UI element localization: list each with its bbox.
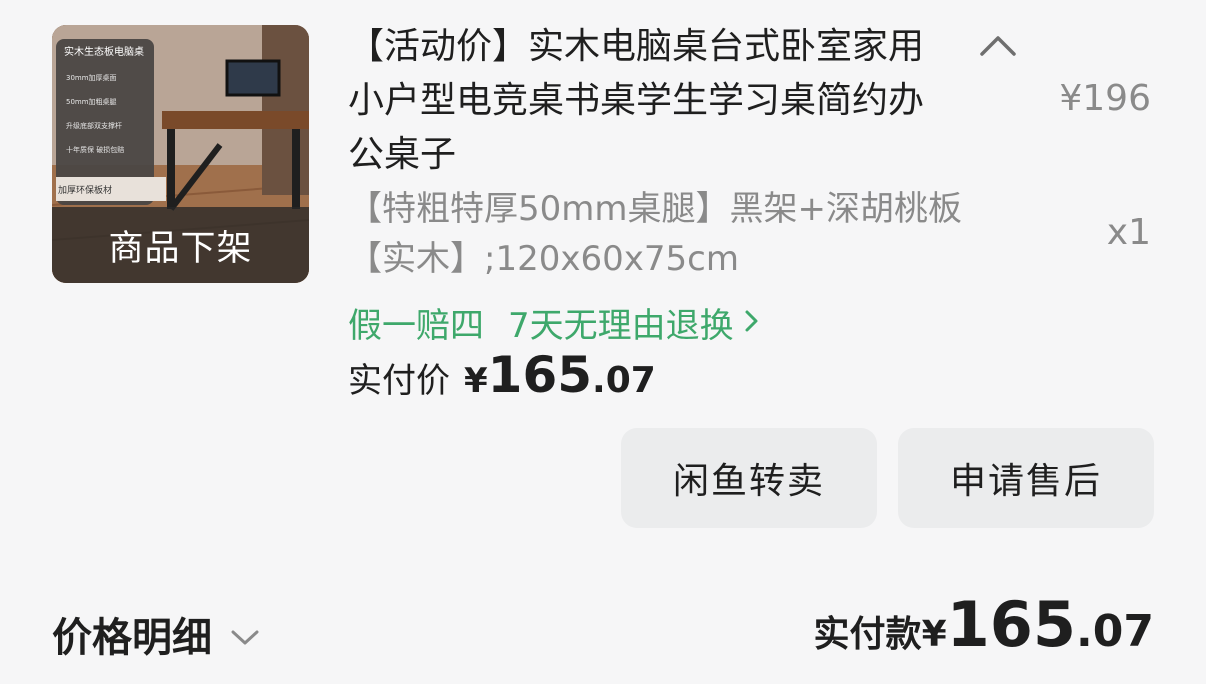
paid-price-integer: 165 (487, 346, 593, 404)
total-paid-decimal: .07 (1076, 606, 1154, 657)
guarantee-fake-compensation: 假一赔四 (348, 306, 484, 346)
chevron-down-icon (230, 611, 260, 657)
resell-button[interactable]: 闲鱼转卖 (621, 428, 877, 528)
product-image[interactable]: 实木生态板电脑桌 30mm加厚桌面 50mm加粗桌腿 升级底部双支撑杆 十年质保… (52, 25, 309, 283)
image-feature: 十年质保 破损包赔 (66, 146, 125, 154)
total-paid: 实付款 ¥ 165 .07 (814, 588, 1154, 661)
image-footer-text: 加厚环保板材 (58, 186, 113, 196)
product-title[interactable]: 【活动价】实木电脑桌台式卧室家用小户型电竞桌书桌学生学习桌简约办公桌子 (348, 20, 958, 182)
total-paid-currency: ¥ (921, 614, 947, 655)
total-paid-label: 实付款 (813, 614, 922, 655)
image-feature: 50mm加粗桌腿 (66, 98, 117, 106)
product-spec: 【特粗特厚50mm桌腿】黑架+深胡桃板【实木】;120x60x75cm (348, 189, 962, 279)
image-badge: 实木生态板电脑桌 (64, 47, 144, 58)
paid-price-label: 实付价 (348, 361, 450, 401)
after-sale-button[interactable]: 申请售后 (898, 428, 1154, 528)
price-detail-label: 价格明细 (52, 615, 212, 661)
total-paid-integer: 165 (946, 588, 1077, 661)
image-feature: 30mm加厚桌面 (66, 74, 117, 82)
price-detail-toggle[interactable]: 价格明细 (52, 605, 260, 663)
guarantee-link[interactable]: 假一赔四 7天无理由退换 (348, 298, 760, 347)
delisted-overlay: 商品下架 (52, 207, 309, 283)
paid-price-currency: ¥ (464, 361, 488, 401)
chevron-up-icon[interactable] (978, 30, 1018, 60)
guarantee-return: 7天无理由退换 (508, 306, 734, 346)
paid-price-decimal: .07 (592, 360, 656, 401)
quantity: x1 (1106, 212, 1151, 253)
paid-price: 实付价 ¥ 165 .07 (348, 346, 656, 404)
chevron-right-icon (744, 303, 760, 343)
original-price: ¥196 (1059, 78, 1151, 119)
image-feature: 升级底部双支撑杆 (66, 122, 122, 130)
